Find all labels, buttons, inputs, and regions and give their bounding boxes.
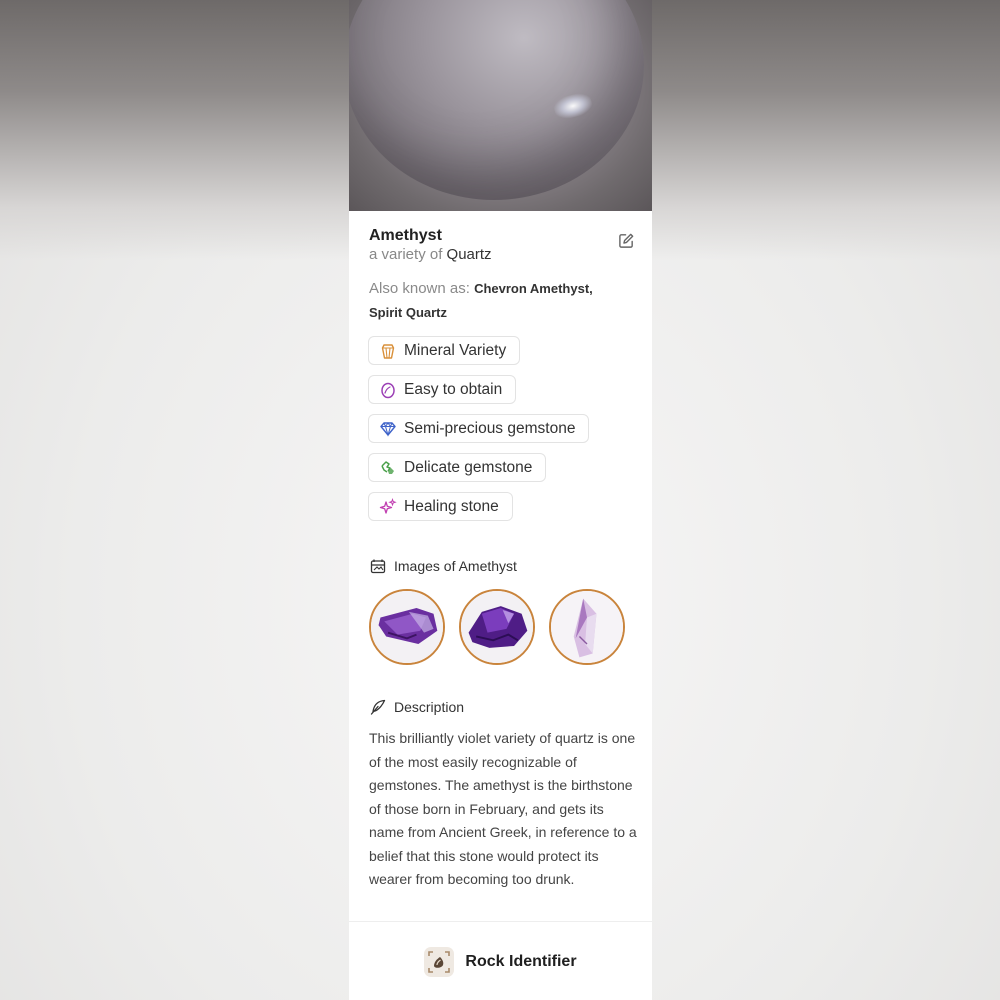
gem-egg-icon bbox=[381, 382, 395, 398]
tag-label: Mineral Variety bbox=[404, 341, 507, 359]
rock-identifier-app-icon bbox=[424, 946, 455, 977]
edit-button[interactable] bbox=[618, 232, 635, 249]
rock-detail-screen: Amethyst a variety of Quartz Also known … bbox=[349, 0, 652, 1000]
tag-healing-stone[interactable]: Healing stone bbox=[368, 492, 513, 521]
rock-name: Amethyst bbox=[369, 227, 442, 244]
app-name: Rock Identifier bbox=[465, 952, 577, 970]
description-section-title: Description bbox=[394, 699, 465, 715]
crystal-icon bbox=[381, 343, 395, 359]
amethyst-image-1[interactable] bbox=[369, 589, 445, 665]
variety-name: Quartz bbox=[446, 246, 492, 263]
tag-easy-to-obtain[interactable]: Easy to obtain bbox=[368, 375, 517, 404]
images-section-title: Images of Amethyst bbox=[394, 558, 517, 574]
gallery-icon bbox=[370, 559, 386, 574]
images-section-header: Images of Amethyst bbox=[369, 557, 517, 575]
amethyst-image-3[interactable] bbox=[549, 589, 625, 665]
broken-gem-icon bbox=[381, 460, 394, 474]
quartz-sphere-image bbox=[349, 0, 644, 200]
amethyst-rough-photo bbox=[461, 591, 533, 663]
rock-identifier-logo-icon bbox=[428, 950, 451, 973]
diamond-icon bbox=[380, 421, 396, 437]
tag-label: Healing stone bbox=[404, 497, 499, 515]
also-known-as: Also known as: Chevron Amethyst, Spirit … bbox=[369, 277, 629, 325]
variety-prefix: a variety of bbox=[369, 246, 443, 263]
amethyst-tumbled-photo bbox=[371, 591, 443, 663]
description-text: This brilliantly violet variety of quart… bbox=[369, 730, 637, 887]
tag-label: Delicate gemstone bbox=[404, 458, 533, 476]
description-section-header: Description bbox=[369, 698, 464, 716]
specimen-photo bbox=[349, 0, 652, 211]
sparkle-icon bbox=[379, 497, 397, 514]
tag-delicate-gemstone[interactable]: Delicate gemstone bbox=[368, 453, 547, 482]
amethyst-point-photo bbox=[551, 591, 623, 663]
tag-label: Easy to obtain bbox=[404, 380, 503, 398]
app-footer[interactable]: Rock Identifier bbox=[349, 921, 652, 1000]
tag-semi-precious-gemstone[interactable]: Semi-precious gemstone bbox=[368, 414, 590, 443]
aka-label: Also known as: bbox=[369, 280, 470, 297]
quill-icon bbox=[370, 699, 386, 715]
rock-variety-line: a variety of Quartz bbox=[369, 246, 492, 263]
tag-mineral-variety[interactable]: Mineral Variety bbox=[368, 336, 521, 365]
edit-icon bbox=[619, 233, 634, 248]
amethyst-image-2[interactable] bbox=[459, 589, 535, 665]
tag-label: Semi-precious gemstone bbox=[404, 419, 576, 437]
